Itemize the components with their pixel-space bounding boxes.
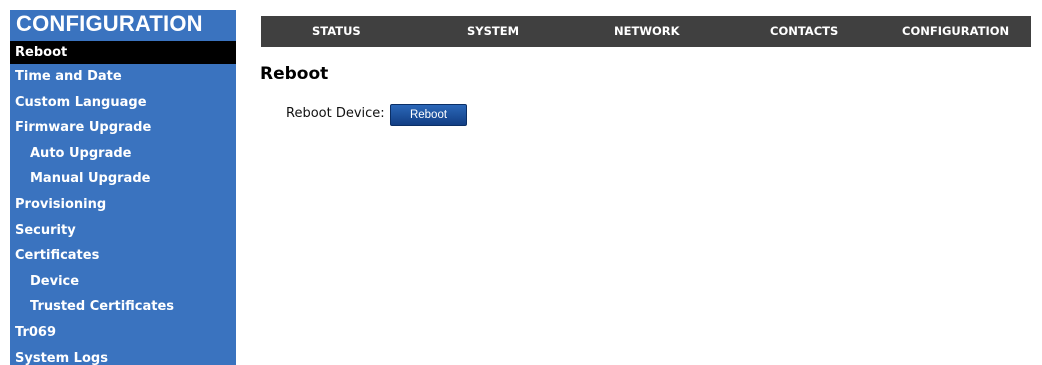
sidebar-item-provisioning[interactable]: Provisioning [10, 192, 236, 218]
sidebar-item-system-logs[interactable]: System Logs [10, 346, 236, 365]
page: CONFIGURATION Reboot Time and Date Custo… [0, 0, 1042, 365]
top-nav: STATUS SYSTEM NETWORK CONTACTS CONFIGURA… [261, 16, 1031, 47]
sidebar-item-reboot[interactable]: Reboot [10, 41, 236, 64]
nav-tab-network[interactable]: NETWORK [614, 16, 680, 47]
sidebar-item-device[interactable]: Device [10, 269, 236, 295]
nav-tab-system[interactable]: SYSTEM [467, 16, 519, 47]
nav-tab-status[interactable]: STATUS [312, 16, 361, 47]
sidebar: CONFIGURATION Reboot Time and Date Custo… [10, 10, 236, 365]
sidebar-item-custom-language[interactable]: Custom Language [10, 90, 236, 116]
sidebar-item-auto-upgrade[interactable]: Auto Upgrade [10, 141, 236, 167]
sidebar-item-tr069[interactable]: Tr069 [10, 320, 236, 346]
sidebar-item-certificates[interactable]: Certificates [10, 243, 236, 269]
page-title: Reboot [260, 64, 329, 84]
sidebar-item-time-and-date[interactable]: Time and Date [10, 64, 236, 90]
reboot-device-label: Reboot Device: [286, 106, 385, 121]
sidebar-item-firmware-upgrade[interactable]: Firmware Upgrade [10, 115, 236, 141]
sidebar-item-security[interactable]: Security [10, 218, 236, 244]
sidebar-item-manual-upgrade[interactable]: Manual Upgrade [10, 166, 236, 192]
nav-tab-contacts[interactable]: CONTACTS [770, 16, 838, 47]
reboot-button[interactable]: Reboot [390, 104, 467, 126]
nav-tab-configuration[interactable]: CONFIGURATION [902, 16, 1009, 47]
sidebar-item-trusted-certificates[interactable]: Trusted Certificates [10, 294, 236, 320]
sidebar-title: CONFIGURATION [10, 10, 236, 41]
